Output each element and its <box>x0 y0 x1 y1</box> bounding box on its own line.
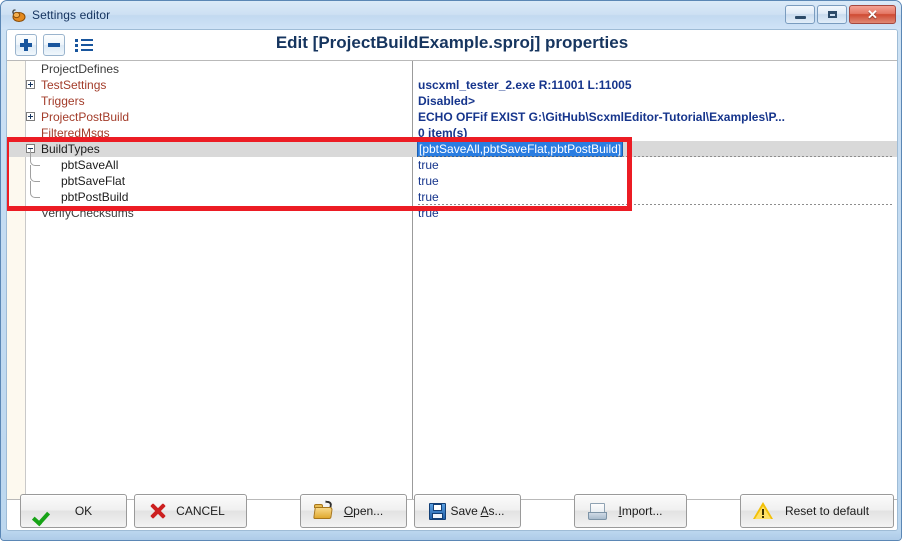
property-name-label: ProjectPostBuild <box>41 110 130 124</box>
button-label: Save As... <box>450 504 505 518</box>
property-value-cell[interactable]: uscxml_tester_2.exe R:11001 L:11005 <box>418 77 632 93</box>
property-name-label: ProjectDefines <box>41 62 120 76</box>
property-value-cell[interactable]: Disabled> <box>418 93 475 109</box>
minimize-button[interactable] <box>785 5 815 24</box>
minimize-icon <box>795 16 806 19</box>
property-name-cell[interactable]: FilteredMsgs <box>26 125 412 141</box>
open-button[interactable]: Open... <box>300 494 407 528</box>
property-name-cell[interactable]: BuildTypes <box>26 141 412 157</box>
warning-triangle-icon <box>753 500 775 522</box>
property-name-label: TestSettings <box>41 78 107 92</box>
button-label: Open... <box>343 504 384 518</box>
cancel-button[interactable]: CANCEL <box>134 494 247 528</box>
property-name-label: pbtSaveFlat <box>61 174 126 188</box>
maximize-icon <box>828 11 837 18</box>
table-row[interactable]: VerifyChecksums true <box>7 205 897 221</box>
property-name-cell[interactable]: ProjectDefines <box>26 61 412 77</box>
property-name-cell[interactable]: pbtSaveAll <box>26 149 412 173</box>
property-name-cell[interactable]: VerifyChecksums <box>26 205 412 221</box>
open-folder-icon <box>313 500 335 522</box>
property-value-cell[interactable]: [pbtSaveAll,pbtSaveFlat,pbtPostBuild] <box>416 141 624 157</box>
property-name-label: FilteredMsgs <box>41 126 110 140</box>
table-row[interactable]: pbtSaveFlat true <box>7 165 897 189</box>
close-button[interactable]: ✕ <box>849 5 896 24</box>
import-button[interactable]: Import... <box>574 494 687 528</box>
property-value-cell[interactable]: ECHO OFFif EXIST G:\GitHub\ScxmlEditor-T… <box>418 109 785 125</box>
floppy-disk-icon <box>427 500 449 522</box>
expand-node-icon[interactable] <box>26 112 35 121</box>
table-row[interactable]: TestSettings uscxml_tester_2.exe R:11001 … <box>7 77 897 93</box>
import-document-icon <box>587 500 609 522</box>
ok-button[interactable]: OK <box>20 494 127 528</box>
window-controls: ✕ <box>785 5 896 24</box>
table-row[interactable]: Triggers Disabled> <box>7 93 897 109</box>
grid-rows: ProjectDefines TestSettings uscxml_tester_… <box>7 61 897 221</box>
property-name-cell[interactable]: pbtPostBuild <box>26 181 412 205</box>
property-name-cell[interactable]: Triggers <box>26 93 412 109</box>
table-row[interactable]: pbtPostBuild true <box>7 181 897 205</box>
tree-connector <box>30 181 40 198</box>
expand-node-icon[interactable] <box>26 80 35 89</box>
property-name-cell[interactable]: pbtSaveFlat <box>26 165 412 189</box>
close-icon: ✕ <box>867 7 878 22</box>
property-name-label: pbtSaveAll <box>61 158 119 172</box>
button-label: OK <box>74 504 93 518</box>
table-row[interactable]: BuildTypes [pbtSaveAll,pbtSaveFlat,pbtPos… <box>7 141 897 157</box>
table-row[interactable]: ProjectPostBuild ECHO OFFif EXIST G:\GitH… <box>7 109 897 125</box>
maximize-button[interactable] <box>817 5 847 24</box>
property-grid[interactable]: ProjectDefines TestSettings uscxml_tester_… <box>7 60 897 500</box>
save-as-button[interactable]: Save As... <box>414 494 521 528</box>
property-name-label: Triggers <box>41 94 85 108</box>
status-bar <box>1 531 901 540</box>
property-value-cell[interactable]: true <box>418 157 439 173</box>
window-title: Settings editor <box>32 8 111 22</box>
reset-to-default-button[interactable]: Reset to default <box>740 494 894 528</box>
property-name-cell[interactable]: ProjectPostBuild <box>26 109 412 125</box>
toolbar: Edit [ProjectBuildExample.sproj] propert… <box>7 30 897 60</box>
table-row[interactable]: ProjectDefines <box>7 61 897 77</box>
property-value-cell[interactable]: true <box>418 189 439 205</box>
page-title: Edit [ProjectBuildExample.sproj] propert… <box>275 33 629 52</box>
button-label: Reset to default <box>784 504 870 518</box>
property-value-cell[interactable]: 0 item(s) <box>418 125 467 141</box>
tree-connector <box>30 165 40 182</box>
property-name-label: BuildTypes <box>41 142 100 156</box>
dialog-button-bar: OK CANCEL Open... Save As... Import... Reset … <box>7 494 897 530</box>
selected-value-text: [pbtSaveAll,pbtSaveFlat,pbtPostBuild] <box>416 141 624 157</box>
property-value-cell[interactable]: true <box>418 205 439 221</box>
property-name-cell[interactable]: TestSettings <box>26 77 412 93</box>
button-label: CANCEL <box>176 504 225 518</box>
property-name-label: VerifyChecksums <box>41 206 134 220</box>
table-row[interactable]: pbtSaveAll true <box>7 149 897 173</box>
property-name-label: pbtPostBuild <box>61 190 129 204</box>
green-check-icon <box>33 500 55 522</box>
property-value-cell[interactable]: true <box>418 173 439 189</box>
client-area: Edit [ProjectBuildExample.sproj] propert… <box>6 29 898 531</box>
title-bar[interactable]: Settings editor ✕ <box>1 1 901 29</box>
red-x-icon <box>147 500 169 522</box>
table-row[interactable]: FilteredMsgs 0 item(s) <box>7 125 897 141</box>
tree-connector <box>30 149 40 166</box>
settings-editor-window: Settings editor ✕ Edit [ProjectBuildExam… <box>0 0 902 541</box>
button-label: Import... <box>618 504 663 518</box>
settings-object-icon <box>10 7 26 23</box>
